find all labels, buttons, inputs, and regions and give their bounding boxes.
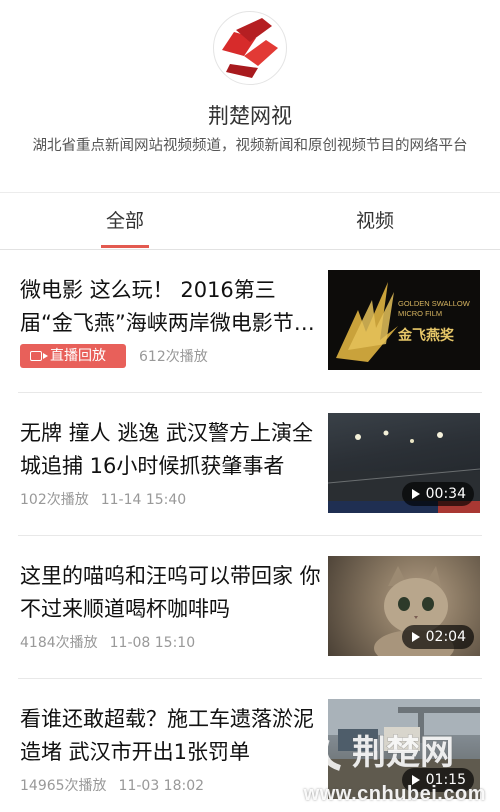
video-duration: 02:04 <box>401 625 474 649</box>
publish-date: 11-14 15:40 <box>100 492 187 508</box>
video-title[interactable]: 无牌 撞人 逃逸 武汉警方上演全城追捕 16小时候抓获肇事者 <box>20 417 322 483</box>
list-item[interactable]: 无牌 撞人 逃逸 武汉警方上演全城追捕 16小时候抓获肇事者 102次播放 11-… <box>0 393 500 536</box>
thumb-brand-line1: GOLDEN SWALLOW <box>398 299 471 308</box>
video-title[interactable]: 看谁还敢超载？施工车遗落淤泥造堵 武汉市开出1张罚单 <box>20 703 322 769</box>
channel-description: 湖北省重点新闻网站视频频道，视频新闻和原创视频节目的网络平台 <box>32 138 468 154</box>
publish-date: 11-08 15:10 <box>109 635 196 651</box>
video-meta: 4184次播放 11-08 15:10 <box>20 632 207 652</box>
list-item[interactable]: 看谁还敢超载？施工车遗落淤泥造堵 武汉市开出1张罚单 14965次播放 11-03… <box>0 679 500 812</box>
tab-bar: 全部 视频 <box>0 192 500 250</box>
play-count: 612次播放 <box>139 349 208 365</box>
video-title[interactable]: 微电影 这么玩！ 2016第三届“金飞燕”海峡两岸微电影节开幕 <box>20 274 322 340</box>
video-thumbnail[interactable]: 02:04 <box>328 556 480 656</box>
video-duration: 01:15 <box>401 768 474 792</box>
channel-name: 荆楚网视 <box>208 104 292 128</box>
play-count: 102次播放 <box>20 492 89 508</box>
video-thumbnail[interactable]: GOLDEN SWALLOW MICRO FILM 金飞燕奖 <box>328 270 480 370</box>
video-meta: 102次播放 11-14 15:40 <box>20 489 198 509</box>
video-meta: 14965次播放 11-03 18:02 <box>20 775 216 795</box>
play-count: 14965次播放 <box>20 778 107 794</box>
video-duration: 00:34 <box>401 482 474 506</box>
video-thumbnail[interactable]: 00:34 <box>328 413 480 513</box>
list-item[interactable]: 微电影 这么玩！ 2016第三届“金飞燕”海峡两岸微电影节开幕 直播回放 612… <box>0 250 500 393</box>
thumb-award-name: 金飞燕奖 <box>397 327 455 344</box>
active-tab-indicator <box>101 245 149 248</box>
list-item[interactable]: 这里的喵呜和汪呜可以带回家 你不过来顺道喝杯咖啡吗 4184次播放 11-08 1… <box>0 536 500 679</box>
video-thumbnail[interactable]: 01:15 <box>328 699 480 799</box>
tab-video[interactable]: 视频 <box>315 193 435 249</box>
publish-date: 11-03 18:02 <box>118 778 205 794</box>
video-camera-icon <box>30 351 48 361</box>
channel-header: 荆楚网视 湖北省重点新闻网站视频频道，视频新闻和原创视频节目的网络平台 <box>0 0 500 192</box>
play-count: 4184次播放 <box>20 635 98 651</box>
tab-all[interactable]: 全部 <box>65 193 185 249</box>
channel-logo <box>213 11 287 85</box>
live-replay-label: 直播回放 <box>50 348 106 364</box>
video-title[interactable]: 这里的喵呜和汪呜可以带回家 你不过来顺道喝杯咖啡吗 <box>20 560 322 626</box>
live-replay-badge: 直播回放 <box>20 344 126 368</box>
thumb-brand-line2: MICRO FILM <box>398 309 442 318</box>
